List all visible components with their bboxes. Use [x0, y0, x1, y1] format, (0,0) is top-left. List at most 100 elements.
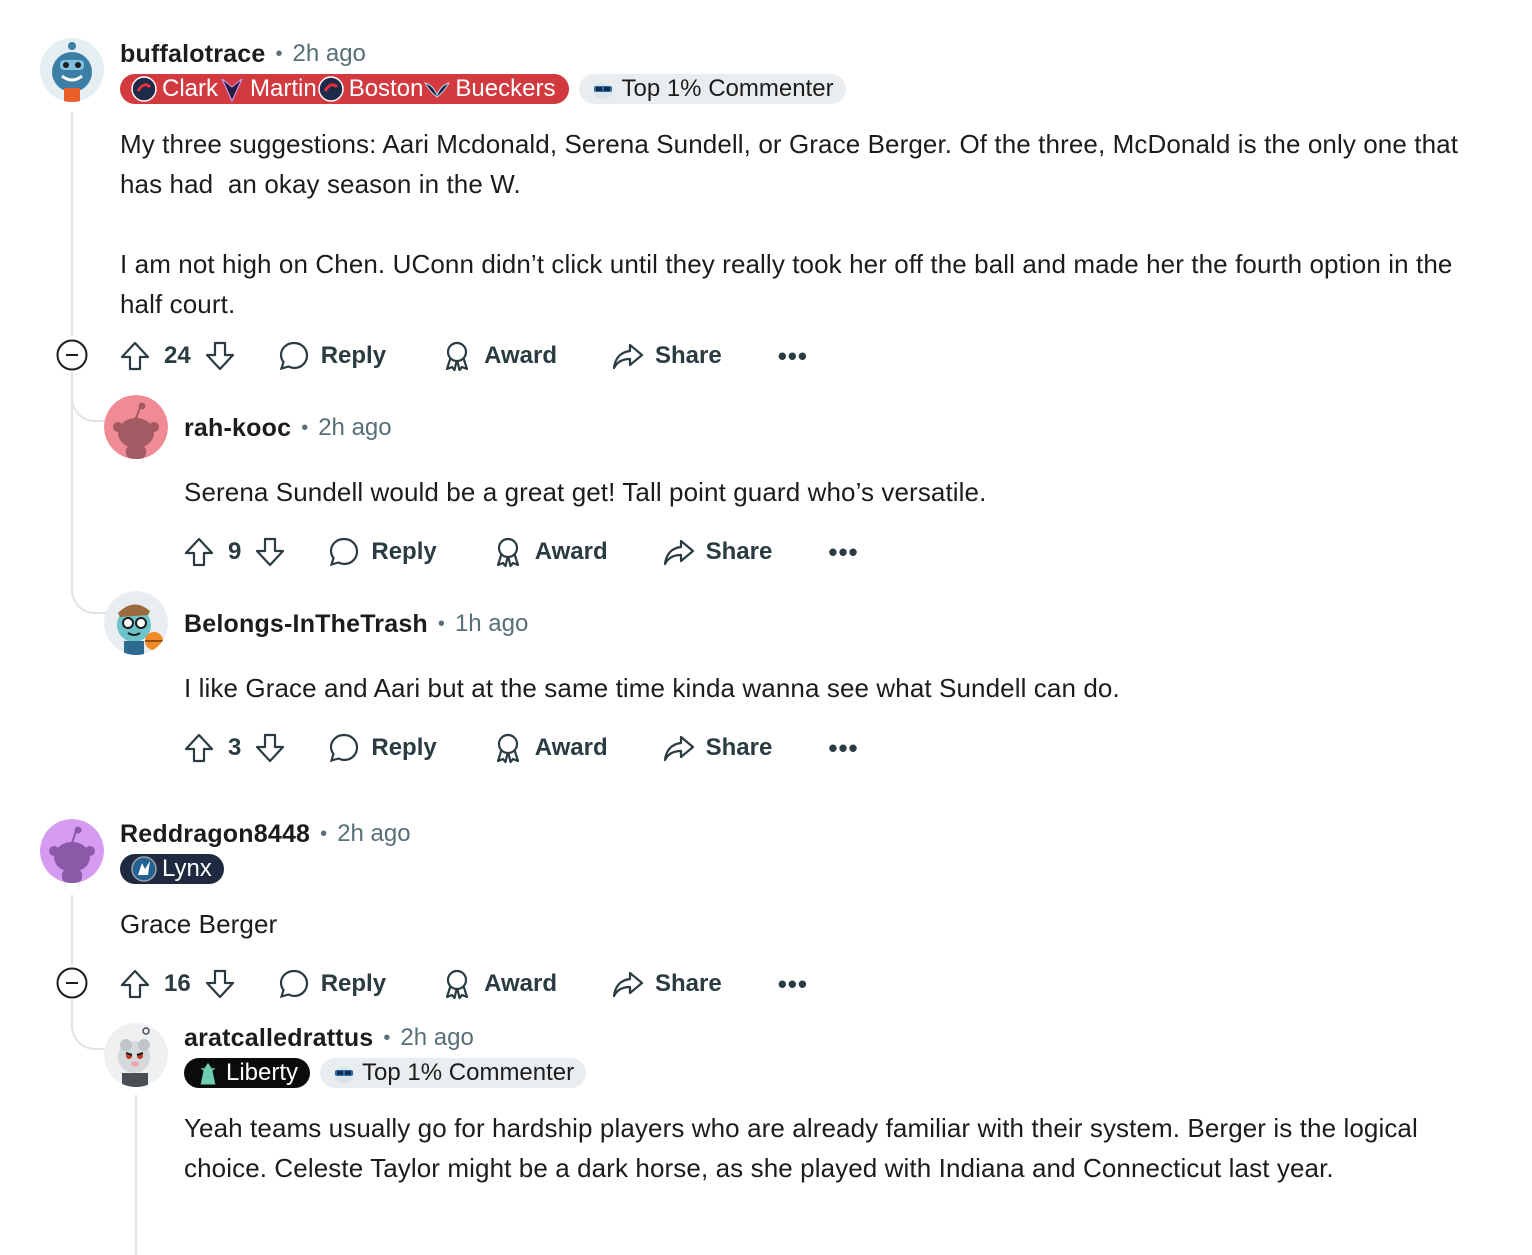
avatar[interactable]	[104, 395, 168, 459]
reply-button[interactable]: Reply	[277, 339, 386, 373]
sunglasses-snoo-icon	[330, 1059, 358, 1087]
reply-button[interactable]: Reply	[327, 535, 437, 569]
comment-body: Yeah teams usually go for hardship playe…	[184, 1113, 1426, 1183]
flair-label: Lynx	[162, 855, 212, 882]
timestamp[interactable]: 2h ago	[318, 414, 391, 442]
reply-button[interactable]: Reply	[327, 731, 437, 765]
award-label: Award	[484, 970, 557, 997]
comment-body: I like Grace and Aari but at the same ti…	[184, 673, 1120, 703]
share-label: Share	[705, 734, 773, 761]
award-button[interactable]: Award	[440, 967, 557, 1001]
reply-button[interactable]: Reply	[277, 967, 386, 1001]
collapse-thread-button[interactable]	[56, 967, 88, 999]
flair-label: Clark	[162, 75, 219, 102]
liberty-logo-icon	[194, 1059, 222, 1087]
timestamp[interactable]: 1h ago	[455, 610, 528, 638]
share-label: Share	[654, 342, 722, 369]
comment-bubble-icon	[327, 731, 361, 765]
award-icon	[491, 535, 525, 569]
award-button[interactable]: Award	[440, 339, 557, 373]
award-button[interactable]: Award	[491, 731, 608, 765]
share-arrow-icon	[662, 731, 696, 765]
more-options-button[interactable]: •••	[828, 537, 858, 568]
more-options-button[interactable]: •••	[828, 733, 858, 764]
award-label: Award	[534, 538, 608, 565]
more-options-button[interactable]: •••	[778, 969, 808, 1000]
award-label: Award	[534, 734, 608, 761]
share-button[interactable]: Share	[611, 339, 722, 373]
share-arrow-icon	[662, 535, 696, 569]
valkyries-logo-icon	[218, 75, 246, 103]
comment-body: My three suggestions: Aari Mcdonald, Ser…	[120, 129, 1459, 319]
vote-score: 9	[228, 538, 242, 565]
downvote-icon[interactable]	[203, 967, 237, 1001]
username[interactable]: Reddragon8448	[120, 820, 310, 849]
comment-body: Serena Sundell would be a great get! Tal…	[184, 477, 987, 507]
flair-label: Boston	[348, 75, 424, 102]
collapse-thread-button[interactable]	[56, 339, 88, 371]
downvote-icon[interactable]	[203, 339, 237, 373]
username[interactable]: Belongs-InTheTrash	[184, 610, 428, 639]
downvote-icon[interactable]	[253, 731, 287, 765]
separator-dot: •	[301, 416, 309, 439]
award-label: Award	[484, 342, 557, 369]
timestamp[interactable]: 2h ago	[337, 820, 410, 848]
share-button[interactable]: Share	[611, 967, 722, 1001]
badge-label: Top 1% Commenter	[621, 75, 834, 102]
fever-logo-icon	[130, 75, 158, 103]
flair-label: Bueckers	[455, 75, 556, 102]
username[interactable]: aratcalledrattus	[184, 1024, 373, 1053]
avatar[interactable]	[40, 38, 104, 102]
wings-logo-icon	[423, 75, 451, 103]
flair-label: Liberty	[226, 1059, 299, 1086]
user-flair: Clark Martin Boston Bueckers	[120, 74, 570, 104]
timestamp[interactable]: 2h ago	[400, 1024, 473, 1052]
comment-body: Grace Berger	[120, 909, 278, 939]
comment-bubble-icon	[327, 535, 361, 569]
vote-score: 16	[164, 970, 191, 997]
downvote-icon[interactable]	[253, 535, 287, 569]
username[interactable]: buffalotrace	[120, 40, 265, 69]
badge-label: Top 1% Commenter	[362, 1059, 575, 1086]
user-flair: Liberty	[184, 1058, 311, 1088]
username[interactable]: rah-kooc	[184, 414, 291, 443]
share-button[interactable]: Share	[662, 731, 773, 765]
comment-bubble-icon	[277, 339, 311, 373]
vote-score: 3	[228, 734, 242, 761]
sunglasses-snoo-icon	[589, 75, 617, 103]
vote-score: 24	[164, 342, 191, 369]
award-button[interactable]: Award	[491, 535, 608, 569]
top-commenter-badge: Top 1% Commenter	[320, 1058, 587, 1088]
reply-label: Reply	[320, 970, 387, 997]
more-options-button[interactable]: •••	[778, 341, 808, 372]
share-label: Share	[654, 970, 722, 997]
lynx-logo-icon	[130, 855, 158, 883]
upvote-icon[interactable]	[182, 731, 216, 765]
share-label: Share	[705, 538, 773, 565]
upvote-icon[interactable]	[118, 339, 152, 373]
award-icon	[440, 339, 474, 373]
comment-bubble-icon	[277, 967, 311, 1001]
fever-logo-icon	[317, 75, 345, 103]
user-flair: Lynx	[120, 854, 224, 884]
flair-label: Martin	[250, 75, 317, 102]
award-icon	[491, 731, 525, 765]
share-arrow-icon	[611, 339, 645, 373]
separator-dot: •	[320, 822, 328, 845]
reply-label: Reply	[371, 538, 437, 565]
reply-label: Reply	[371, 734, 437, 761]
separator-dot: •	[437, 612, 445, 635]
timestamp[interactable]: 2h ago	[293, 40, 366, 68]
upvote-icon[interactable]	[182, 535, 216, 569]
separator-dot: •	[275, 42, 283, 65]
share-arrow-icon	[611, 967, 645, 1001]
avatar[interactable]	[104, 591, 168, 655]
share-button[interactable]: Share	[662, 535, 773, 569]
upvote-icon[interactable]	[118, 967, 152, 1001]
top-commenter-badge: Top 1% Commenter	[579, 74, 846, 104]
award-icon	[440, 967, 474, 1001]
avatar[interactable]	[40, 819, 104, 883]
reply-label: Reply	[320, 342, 387, 369]
separator-dot: •	[383, 1026, 391, 1049]
avatar[interactable]	[104, 1023, 168, 1087]
